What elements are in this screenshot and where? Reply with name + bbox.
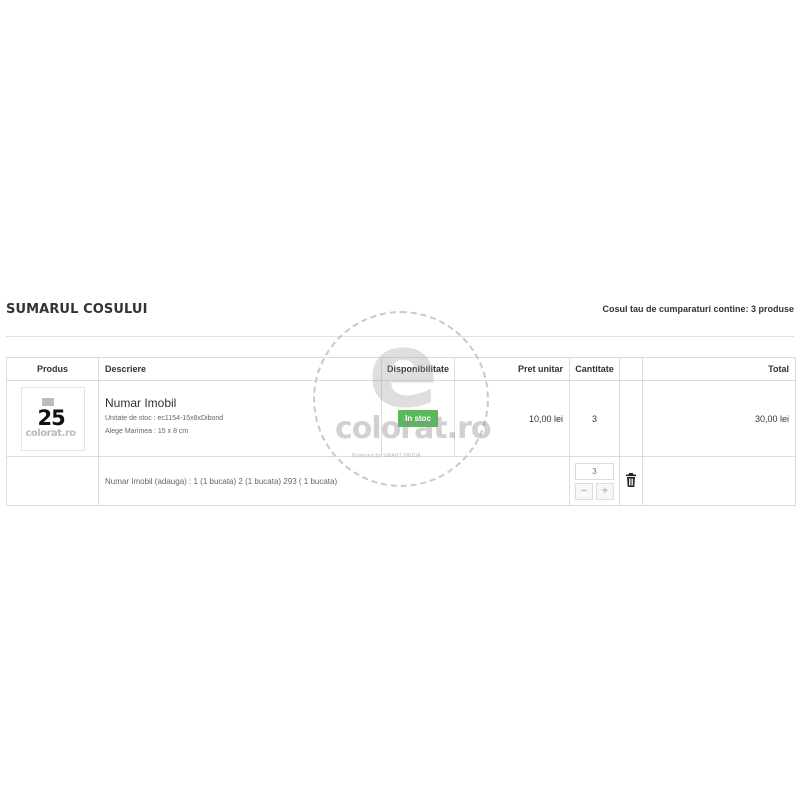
header-availability: Disponibilitate (381, 357, 455, 381)
quantity-stepper: 3 − + (575, 462, 614, 500)
cart-table: Produs Descriere Disponibilitate Pret un… (6, 357, 796, 506)
availability-cell: In stoc (381, 380, 455, 457)
trash-icon[interactable] (625, 473, 637, 487)
title-divider (6, 336, 794, 337)
thumbnail-number: 25 (37, 405, 66, 430)
customization-row: Numar Imobil (adauga) : 1 (1 bucata) 2 (… (6, 456, 796, 506)
unit-price: 10,00 lei (454, 380, 570, 457)
quantity-increase-button[interactable]: + (596, 482, 614, 500)
delete-cell (619, 456, 643, 506)
stock-badge: In stoc (398, 410, 438, 427)
customization-text: Numar Imobil (adauga) : 1 (1 bucata) 2 (… (98, 456, 570, 506)
header-quantity: Cantitate (569, 357, 620, 381)
product-name-link[interactable]: Numar Imobil (105, 396, 381, 410)
quantity-decrease-button[interactable]: − (575, 482, 593, 500)
header-actions (619, 357, 643, 381)
row-total: 30,00 lei (642, 380, 796, 457)
product-size: Alege Marimea : 15 x 8 cm (105, 428, 189, 435)
customization-total-cell (642, 456, 796, 506)
table-header-row: Produs Descriere Disponibilitate Pret un… (6, 357, 796, 381)
thumbnail-hanger (41, 397, 54, 406)
header-unit-price: Pret unitar (454, 357, 570, 381)
quantity-value: 3 (569, 380, 620, 457)
header-product: Produs (6, 357, 99, 381)
product-sku: Unitate de stoc : ec1154-15x8xDibond (105, 415, 224, 422)
cart-summary-text: Cosul tau de cumparaturi contine: 3 prod… (602, 304, 794, 314)
page-title: SUMARUL COSULUI (6, 302, 148, 317)
product-description-cell: Numar Imobil Unitate de stoc : ec1154-15… (98, 380, 382, 457)
product-image-cell: 25 colorat.ro (6, 380, 99, 457)
quantity-input[interactable]: 3 (575, 462, 614, 480)
product-thumbnail[interactable]: 25 colorat.ro (20, 386, 85, 451)
header-total: Total (642, 357, 796, 381)
table-row: 25 colorat.ro Numar Imobil Unitate de st… (6, 380, 796, 457)
customization-qty-cell: 3 − + (569, 456, 620, 506)
actions-cell (619, 380, 643, 457)
header-description: Descriere (98, 357, 382, 381)
thumbnail-brand: colorat.ro (25, 427, 77, 439)
customization-empty-cell (6, 456, 99, 506)
